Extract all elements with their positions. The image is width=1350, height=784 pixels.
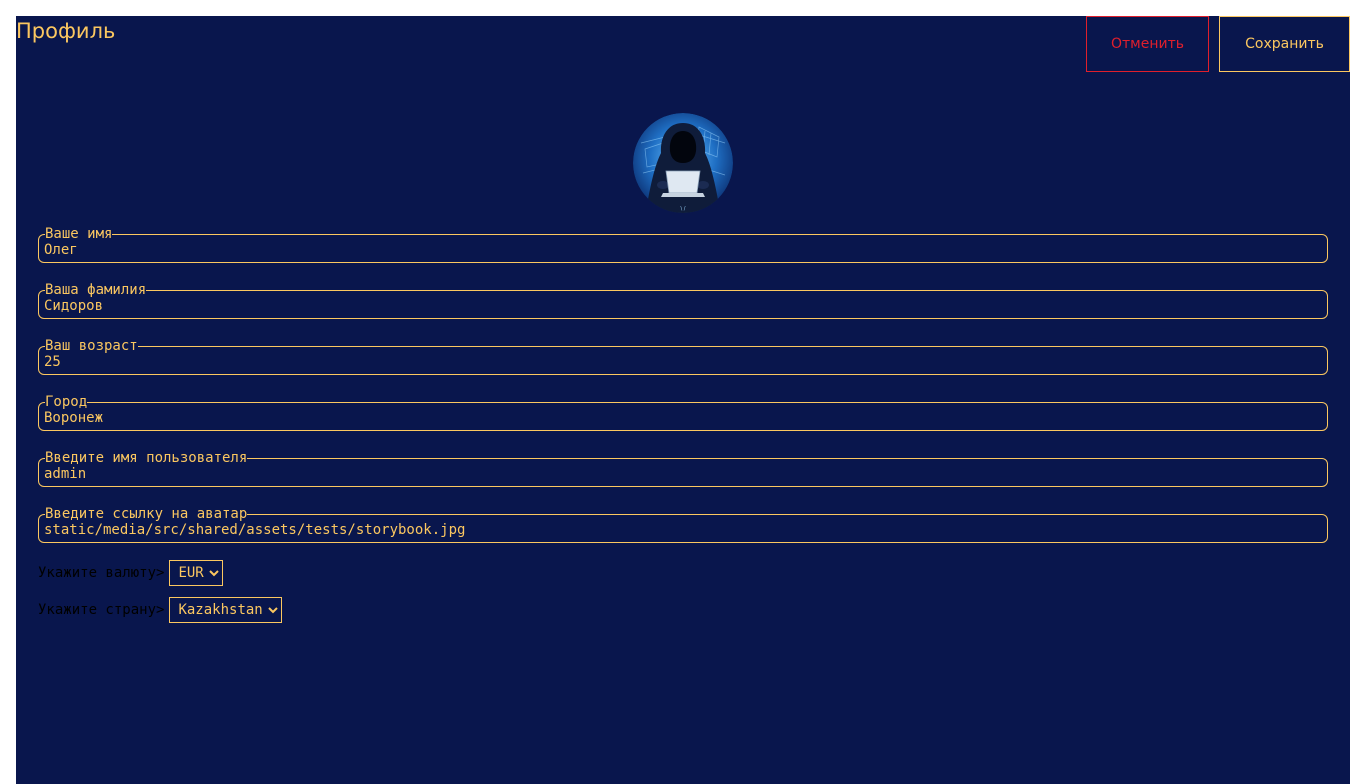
country-label: Укажите страну> bbox=[38, 602, 165, 618]
hooded-hacker-icon: \ / bbox=[633, 113, 733, 213]
city-input[interactable] bbox=[44, 410, 1322, 426]
city-label: Город bbox=[45, 394, 88, 410]
username-label: Введите имя пользователя bbox=[45, 450, 248, 466]
city-field: Город bbox=[38, 395, 1328, 431]
avatar-url-input[interactable] bbox=[44, 522, 1322, 538]
age-field: Ваш возраст bbox=[38, 339, 1328, 375]
currency-select[interactable]: EUR bbox=[169, 560, 224, 586]
currency-row: Укажите валюту> EUR bbox=[38, 560, 224, 586]
avatar: \ / bbox=[633, 113, 733, 213]
username-input[interactable] bbox=[44, 466, 1322, 482]
svg-text:\ /: \ / bbox=[681, 206, 686, 212]
country-row: Укажите страну> Kazakhstan bbox=[38, 597, 283, 623]
last-name-field: Ваша фамилия bbox=[38, 283, 1328, 319]
page-title: Профиль bbox=[16, 19, 116, 43]
avatar-url-label: Введите ссылку на аватар bbox=[45, 506, 248, 522]
first-name-input[interactable] bbox=[44, 242, 1322, 258]
first-name-label: Ваше имя bbox=[45, 226, 113, 242]
username-field: Введите имя пользователя bbox=[38, 451, 1328, 487]
last-name-label: Ваша фамилия bbox=[45, 282, 147, 298]
country-select[interactable]: Kazakhstan bbox=[169, 597, 283, 623]
profile-page: Профиль Отменить Сохранить \ / Ваше имя … bbox=[16, 16, 1350, 784]
currency-label: Укажите валюту> bbox=[38, 565, 165, 581]
first-name-field: Ваше имя bbox=[38, 227, 1328, 263]
age-input[interactable] bbox=[44, 354, 1322, 370]
save-button[interactable]: Сохранить bbox=[1219, 16, 1350, 72]
age-label: Ваш возраст bbox=[45, 338, 138, 354]
avatar-url-field: Введите ссылку на аватар bbox=[38, 507, 1328, 543]
last-name-input[interactable] bbox=[44, 298, 1322, 314]
cancel-button[interactable]: Отменить bbox=[1086, 16, 1209, 72]
